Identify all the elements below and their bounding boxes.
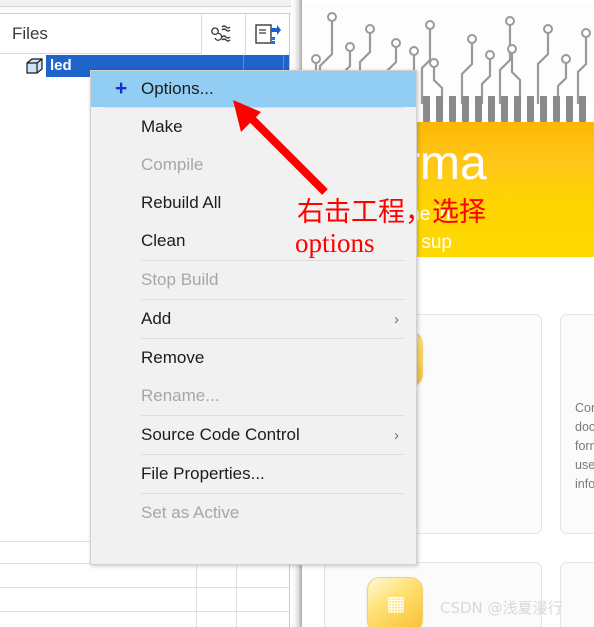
project-name-label: led: [50, 57, 72, 74]
card-body: Cor doc forn user info: [575, 401, 594, 491]
screenshot-root: Informa will find all the in rence guide…: [0, 0, 594, 627]
ide-toolbar-strip-upper: [0, 0, 302, 7]
project-cube-icon: [26, 58, 43, 74]
menu-item-label: Stop Build: [141, 270, 219, 289]
menu-item-label: Make: [141, 117, 183, 136]
menu-item-file-properties[interactable]: File Properties...: [91, 455, 416, 493]
menu-item-label: Rename...: [141, 386, 220, 405]
watermark: CSDN @浅夏漫行: [440, 599, 563, 617]
menu-item-rename: Rename...: [91, 377, 416, 415]
menu-item-stop-build: Stop Build: [91, 261, 416, 299]
menu-item-remove[interactable]: Remove: [91, 339, 416, 377]
annotation-line-2: options: [295, 228, 375, 258]
menu-item-label: Rebuild All: [141, 193, 222, 212]
page-title: Files: [12, 24, 48, 43]
red-arrow-icon: [233, 100, 328, 195]
menu-item-label: Clean: [141, 231, 186, 250]
menu-item-set-as-active: Set as Active: [91, 494, 416, 532]
menu-item-label: File Properties...: [141, 464, 265, 483]
annotation-line-1: 右击工程，选择: [297, 197, 486, 228]
menu-item-label: Set as Active: [141, 503, 240, 522]
card-support[interactable]: [560, 562, 594, 627]
menu-item-add[interactable]: Add ›: [91, 300, 416, 338]
menu-item-label: Source Code Control: [141, 425, 300, 444]
card-user-guides[interactable]: Cor doc forn user info: [560, 314, 594, 534]
menu-item-source-code-control[interactable]: Source Code Control ›: [91, 416, 416, 454]
ide-toolbar-strip-lower: [0, 7, 302, 14]
menu-item-label: Remove: [141, 348, 205, 367]
menu-item-label: Add: [141, 309, 172, 328]
workspace-header: Files: [0, 14, 289, 54]
chevron-right-icon: ›: [394, 311, 399, 328]
document-icon: ▦: [367, 577, 423, 627]
chevron-right-icon: ›: [394, 427, 399, 444]
menu-item-label: Compile: [141, 155, 204, 174]
plus-icon: +: [115, 77, 128, 100]
make-workspace-icon[interactable]: [245, 14, 287, 54]
expand-collapse-icon[interactable]: [201, 14, 243, 54]
menu-item-label: Options...: [141, 79, 214, 98]
